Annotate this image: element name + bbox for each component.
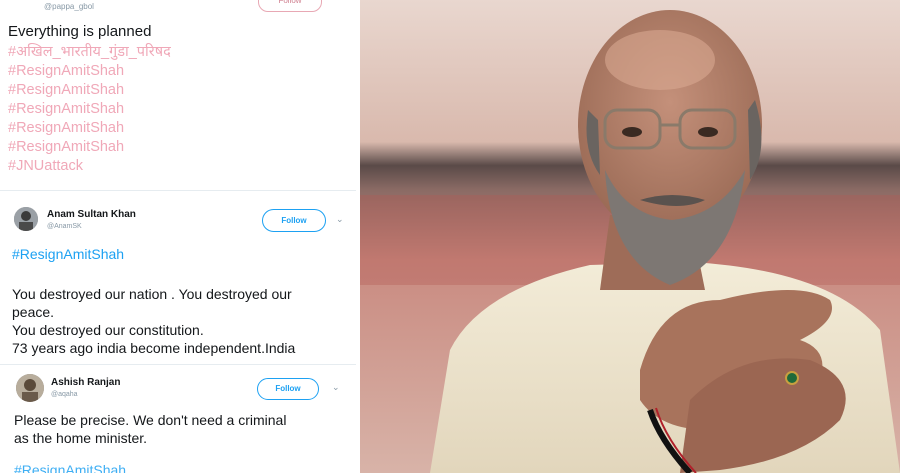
tweet-line: You destroyed our constitution. [12, 322, 204, 338]
divider [0, 364, 356, 365]
tweet-line: You destroyed our nation . You destroyed… [12, 286, 292, 302]
hashtag-link[interactable]: #ResignAmitShah [8, 81, 124, 100]
follow-button[interactable]: Follow [258, 0, 322, 12]
user-name[interactable]: Anam Sultan Khan [47, 209, 136, 220]
chevron-down-icon[interactable]: ⌄ [332, 382, 340, 393]
hashtag-link[interactable]: #ResignAmitShah [8, 62, 124, 81]
hashtag-link[interactable]: #ResignAmitShah [8, 100, 124, 119]
follow-button[interactable]: Follow [262, 209, 326, 232]
user-handle[interactable]: @AnamSK [47, 223, 82, 230]
tweet-collage: @pappa_gbol Follow Everything is planned… [0, 0, 356, 473]
divider [0, 190, 356, 191]
hashtag-link[interactable]: #JNUattack [8, 157, 83, 176]
follow-button[interactable]: Follow [257, 378, 319, 400]
tweet-handle: @pappa_gbol [44, 2, 94, 11]
avatar[interactable] [16, 374, 44, 402]
hashtag-link[interactable]: #ResignAmitShah [12, 246, 124, 262]
tweet-line: 73 years ago india become independent.In… [12, 340, 296, 356]
user-name[interactable]: Ashish Ranjan [51, 377, 120, 388]
hashtag-link[interactable]: #अखिल_भारतीय_गुंडा_परिषद [8, 43, 171, 62]
chevron-down-icon[interactable]: ⌄ [336, 214, 344, 225]
hashtag-link[interactable]: #ResignAmitShah [8, 119, 124, 138]
tweet-line: Please be precise. We don't need a crimi… [14, 412, 287, 428]
tweet-text: Everything is planned [8, 23, 152, 40]
hashtag-link[interactable]: #ResignAmitShah [14, 462, 126, 473]
tweet-line: as the home minister. [14, 430, 148, 446]
avatar[interactable] [14, 207, 38, 231]
politician-photo [360, 0, 900, 473]
user-handle[interactable]: @aqaha [51, 391, 78, 398]
hashtag-link[interactable]: #ResignAmitShah [8, 138, 124, 157]
tweet-line: peace. [12, 304, 55, 320]
photo-illustration [360, 0, 900, 473]
